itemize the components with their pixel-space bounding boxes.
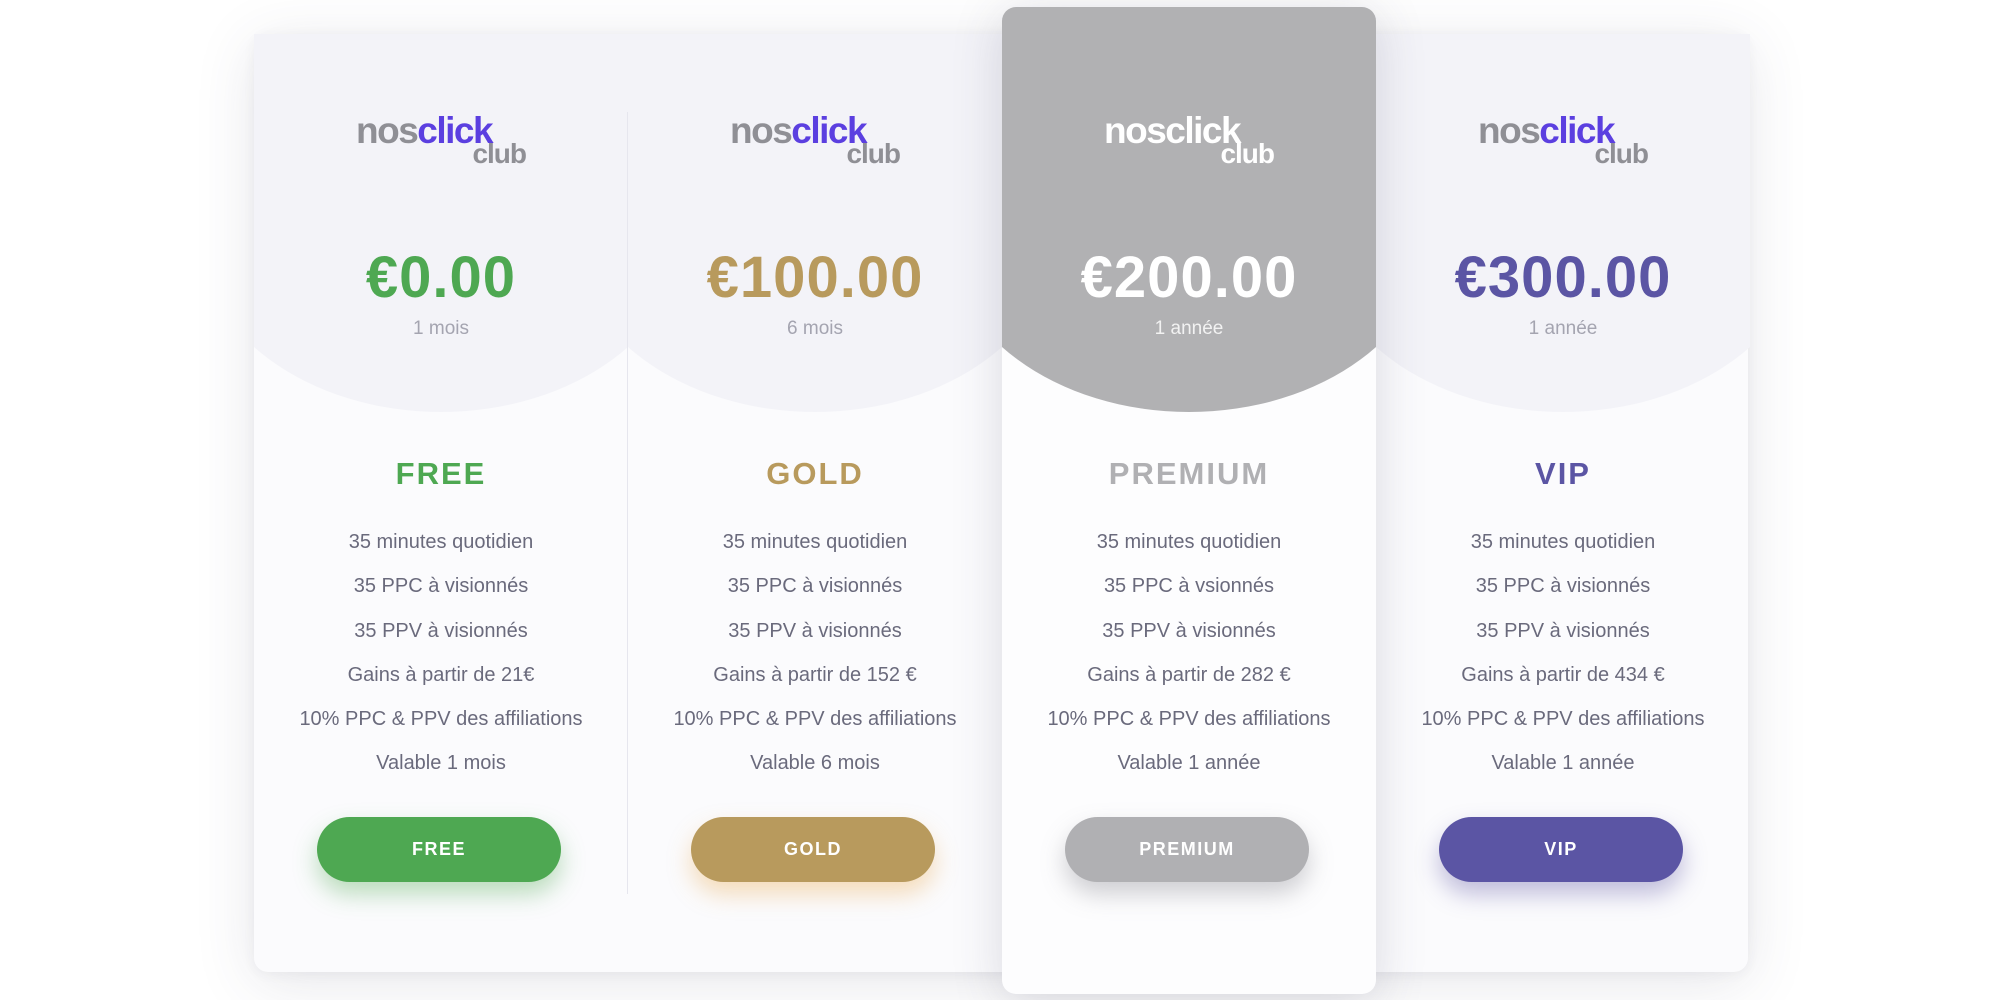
plan-name: VIP: [1535, 456, 1591, 491]
plan-duration: 1 année: [1154, 318, 1224, 339]
plan-name: PREMIUM: [1108, 456, 1270, 491]
plan-price: €200.00: [1080, 245, 1298, 310]
logo-club-text: club: [472, 138, 527, 169]
plan-duration: 6 mois: [787, 318, 843, 339]
feature-list: 35 minutes quotidien 35 PPC à visionnés …: [628, 520, 1002, 786]
select-premium-button[interactable]: PREMIUM: [1065, 817, 1309, 882]
logo-club-text: club: [1220, 138, 1275, 169]
plan-header-bg: [628, 34, 1002, 412]
feature-item: Gains à partir de 21€: [347, 663, 535, 686]
plan-price: €300.00: [1454, 245, 1672, 310]
feature-item: 35 minutes quotidien: [722, 531, 908, 553]
feature-item: 35 minutes quotidien: [348, 531, 534, 553]
feature-list: 35 minutes quotidien 35 PPC à vsionnés 3…: [1002, 520, 1376, 786]
plan-card-premium: nosclick club €200.00 1 année PREMIUM 35…: [1002, 7, 1376, 994]
feature-item: 35 minutes quotidien: [1096, 531, 1282, 553]
plan-card-free: nosclick club €0.00 1 mois FREE 35 minut…: [254, 34, 628, 972]
nosclick-club-logo: nosclick club: [1376, 110, 1750, 180]
feature-item: 35 PPC à visionnés: [727, 575, 903, 598]
feature-item: 35 PPV à visionnés: [1102, 619, 1276, 642]
plan-duration: 1 année: [1528, 318, 1598, 339]
feature-item: 10% PPC & PPV des affiliations: [1047, 708, 1331, 731]
logo-nos-text: nos: [356, 110, 419, 151]
select-gold-button[interactable]: GOLD: [691, 817, 935, 882]
plan-header-bg: [1002, 7, 1376, 412]
plan-name: FREE: [395, 456, 487, 491]
plan-header-bg: [254, 34, 628, 412]
logo-nos-text: nos: [1478, 110, 1541, 151]
feature-item: 35 PPC à visionnés: [353, 575, 529, 598]
plan-price: €100.00: [706, 245, 924, 310]
feature-list: 35 minutes quotidien 35 PPC à visionnés …: [254, 520, 628, 786]
plan-divider: [627, 112, 628, 894]
logo-club-text: club: [846, 138, 901, 169]
plan-card-vip: nosclick club €300.00 1 année VIP 35 min…: [1376, 34, 1750, 972]
select-vip-button[interactable]: VIP: [1439, 817, 1683, 882]
feature-item: 35 PPV à visionnés: [354, 619, 528, 642]
logo-nos-text: nos: [730, 110, 793, 151]
feature-item: 35 PPV à visionnés: [1476, 619, 1650, 642]
feature-item: 10% PPC & PPV des affiliations: [299, 708, 583, 731]
logo-club-text: club: [1594, 138, 1649, 169]
feature-item: Valable 1 année: [1491, 752, 1635, 775]
feature-item: 35 PPC à vsionnés: [1103, 575, 1275, 598]
feature-item: Valable 1 mois: [376, 752, 506, 775]
feature-item: Gains à partir de 434 €: [1461, 663, 1665, 686]
plan-duration: 1 mois: [413, 318, 469, 339]
nosclick-club-logo: nosclick club: [254, 110, 628, 180]
feature-item: 35 PPV à visionnés: [728, 619, 902, 642]
feature-item: Gains à partir de 152 €: [713, 663, 917, 686]
feature-item: Valable 6 mois: [750, 752, 880, 775]
plan-card-gold: nosclick club €100.00 6 mois GOLD 35 min…: [628, 34, 1002, 972]
plan-name: GOLD: [766, 456, 864, 491]
select-free-button[interactable]: FREE: [317, 817, 561, 882]
feature-item: 10% PPC & PPV des affiliations: [673, 708, 957, 731]
feature-item: Valable 1 année: [1117, 752, 1261, 775]
plan-price: €0.00: [365, 245, 517, 310]
logo-nos-text: nos: [1104, 110, 1167, 151]
feature-item: 35 minutes quotidien: [1470, 531, 1656, 553]
nosclick-club-logo: nosclick club: [1002, 110, 1376, 180]
feature-list: 35 minutes quotidien 35 PPC à visionnés …: [1376, 520, 1750, 786]
nosclick-club-logo: nosclick club: [628, 110, 1002, 180]
feature-item: Gains à partir de 282 €: [1087, 663, 1291, 686]
feature-item: 35 PPC à visionnés: [1475, 575, 1651, 598]
feature-item: 10% PPC & PPV des affiliations: [1421, 708, 1705, 731]
plan-header-bg: [1376, 34, 1750, 412]
